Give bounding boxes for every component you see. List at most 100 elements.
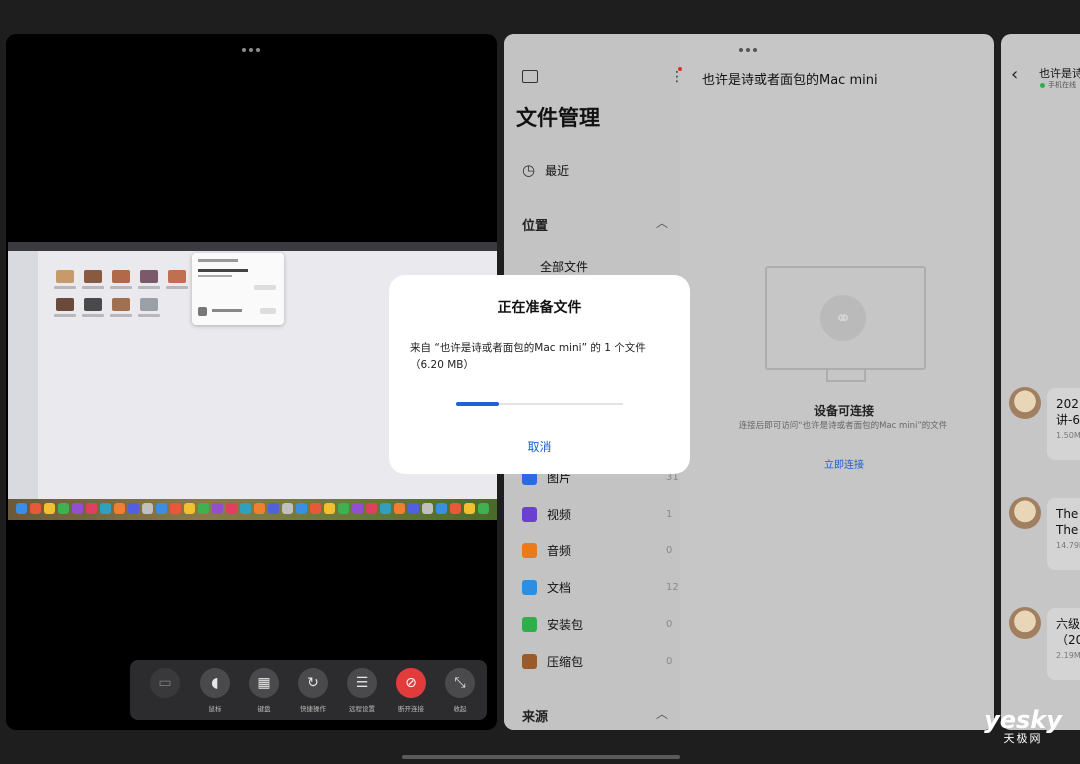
cancel-button[interactable]: 取消 xyxy=(389,438,690,455)
file-message[interactable]: The The 14.79M xyxy=(1047,498,1080,570)
dock-app-icon xyxy=(72,503,83,514)
window-handle[interactable] xyxy=(739,48,757,52)
sidebar-item-all-files[interactable]: 全部文件 xyxy=(540,258,588,275)
back-arrow-icon[interactable]: ‹ xyxy=(1011,64,1018,85)
dock-app-icon xyxy=(394,503,405,514)
dock-app-icon xyxy=(408,503,419,514)
thumbnail-caption xyxy=(54,286,76,289)
toolbar-screen-button[interactable]: ▭ xyxy=(143,668,187,716)
file-message[interactable]: 202 讲-6 1.50M xyxy=(1047,388,1080,460)
mouse-icon: ◖ xyxy=(200,668,230,698)
dock-app-icon xyxy=(324,503,335,514)
item-count: 1 xyxy=(666,509,673,520)
dock-app-icon xyxy=(338,503,349,514)
thumbnail-caption xyxy=(82,286,104,289)
sidebar-item-videos[interactable]: 视频 1 xyxy=(522,506,672,523)
toolbar-label: 断开连接 xyxy=(398,705,424,713)
dock-app-icon xyxy=(226,503,237,514)
avatar xyxy=(1009,497,1041,529)
message-text: The xyxy=(1056,523,1079,537)
item-count: 12 xyxy=(666,582,679,593)
document-icon xyxy=(522,580,537,595)
item-count: 0 xyxy=(666,545,673,556)
message-text: （20 xyxy=(1056,633,1080,647)
popup-file-line xyxy=(212,309,242,312)
dock-app-icon xyxy=(142,503,153,514)
chevron-up-icon[interactable]: ︿ xyxy=(656,705,668,722)
toolbar-keyboard-button[interactable]: ▦ 键盘 xyxy=(242,668,286,716)
sidebar-item-label: 视频 xyxy=(547,508,572,522)
device-title: 也许是诗或者面包的Mac mini xyxy=(702,73,878,88)
dock-app-icon xyxy=(478,503,489,514)
toolbar-collapse-button[interactable]: ⤡ 收起 xyxy=(438,668,482,716)
dialog-title: 正在准备文件 xyxy=(497,300,582,316)
toolbar-quick-actions-button[interactable]: ↻ 快捷操作 xyxy=(291,668,335,716)
toolbar-remote-settings-button[interactable]: ☰ 远程设置 xyxy=(340,668,384,716)
dock-app-icon xyxy=(58,503,69,514)
avatar xyxy=(1009,607,1041,639)
archive-icon xyxy=(522,654,537,669)
dock-app-icon xyxy=(114,503,125,514)
dock-app-icon xyxy=(366,503,377,514)
monitor-stand xyxy=(826,370,866,382)
screen: ▭ ◖ 鼠标 ▦ 键盘 ↻ 快捷操作 ☰ 远程设置 ⊘ 断开连接 ⤡ 收起 ⋮ … xyxy=(0,0,1080,764)
home-indicator[interactable] xyxy=(402,755,680,759)
video-icon xyxy=(522,507,537,522)
finder-thumbnail xyxy=(168,270,186,283)
dock-app-icon xyxy=(16,503,27,514)
thumbnail-caption xyxy=(54,314,76,317)
thumbnail-caption xyxy=(166,286,188,289)
message-text: The xyxy=(1056,507,1079,521)
dock-app-icon xyxy=(436,503,447,514)
sidebar-item-packages[interactable]: 安装包 0 xyxy=(522,616,672,633)
dock-app-icon xyxy=(100,503,111,514)
item-count: 0 xyxy=(666,619,673,630)
popup-title-line xyxy=(198,259,238,262)
android-icon xyxy=(522,617,537,632)
device-status: 设备可连接 xyxy=(813,404,874,418)
music-icon xyxy=(522,543,537,558)
finder-thumbnail xyxy=(84,298,102,311)
dock-app-icon xyxy=(296,503,307,514)
thumbnail-caption xyxy=(110,314,132,317)
watermark-subtext: 天极网 xyxy=(1003,732,1043,745)
chat-window[interactable]: ‹ 也许是诗 手机在线 202 讲-6 1.50M The The 14.79M… xyxy=(1001,34,1080,730)
dock-app-icon xyxy=(240,503,251,514)
more-menu-icon[interactable]: ⋮ xyxy=(670,69,684,85)
popup-text-line xyxy=(198,269,248,272)
mac-share-popup xyxy=(192,253,284,325)
notification-dot xyxy=(678,67,682,71)
sidebar-item-label: 全部文件 xyxy=(540,260,589,274)
file-message[interactable]: 六级 （20 2.19M xyxy=(1047,608,1080,680)
connect-now-link[interactable]: 立即连接 xyxy=(694,456,994,471)
toolbar-mouse-button[interactable]: ◖ 鼠标 xyxy=(193,668,237,716)
unlink-icon: ⊘ xyxy=(396,668,426,698)
dock-app-icon xyxy=(282,503,293,514)
screen-icon: ▭ xyxy=(150,668,180,698)
watermark-text: yesky xyxy=(984,706,1062,734)
sidebar-item-recent[interactable]: ◷ 最近 xyxy=(522,161,569,179)
finder-thumbnail xyxy=(140,298,158,311)
sidebar-item-label: 最近 xyxy=(545,163,570,178)
message-text: 六级 xyxy=(1056,617,1080,631)
sidebar-item-label: 文档 xyxy=(547,581,572,595)
window-handle[interactable] xyxy=(242,48,260,52)
section-header-source: 来源 xyxy=(522,710,549,725)
toolbar-disconnect-button[interactable]: ⊘ 断开连接 xyxy=(389,668,433,716)
dock-app-icon xyxy=(422,503,433,514)
finder-thumbnail xyxy=(84,270,102,283)
watermark-logo: yesky 天极网 xyxy=(973,708,1073,746)
dock-app-icon xyxy=(44,503,55,514)
chevron-up-icon[interactable]: ︿ xyxy=(656,214,668,231)
sidebar-item-documents[interactable]: 文档 12 xyxy=(522,579,679,596)
sidebar-item-archives[interactable]: 压缩包 0 xyxy=(522,653,672,670)
sidebar-item-label: 音频 xyxy=(547,544,572,558)
collapse-icon: ⤡ xyxy=(445,668,475,698)
clock-icon: ◷ xyxy=(522,161,536,179)
thumbnail-caption xyxy=(82,314,104,317)
preparing-file-dialog: 正在准备文件 来自 “也许是诗或者面包的Mac mini” 的 1 个文件（6.… xyxy=(389,275,690,474)
sidebar-toggle-icon[interactable] xyxy=(522,70,538,83)
sidebar-item-audio[interactable]: 音频 0 xyxy=(522,542,672,559)
item-count: 0 xyxy=(666,656,673,667)
dock-app-icon xyxy=(198,503,209,514)
